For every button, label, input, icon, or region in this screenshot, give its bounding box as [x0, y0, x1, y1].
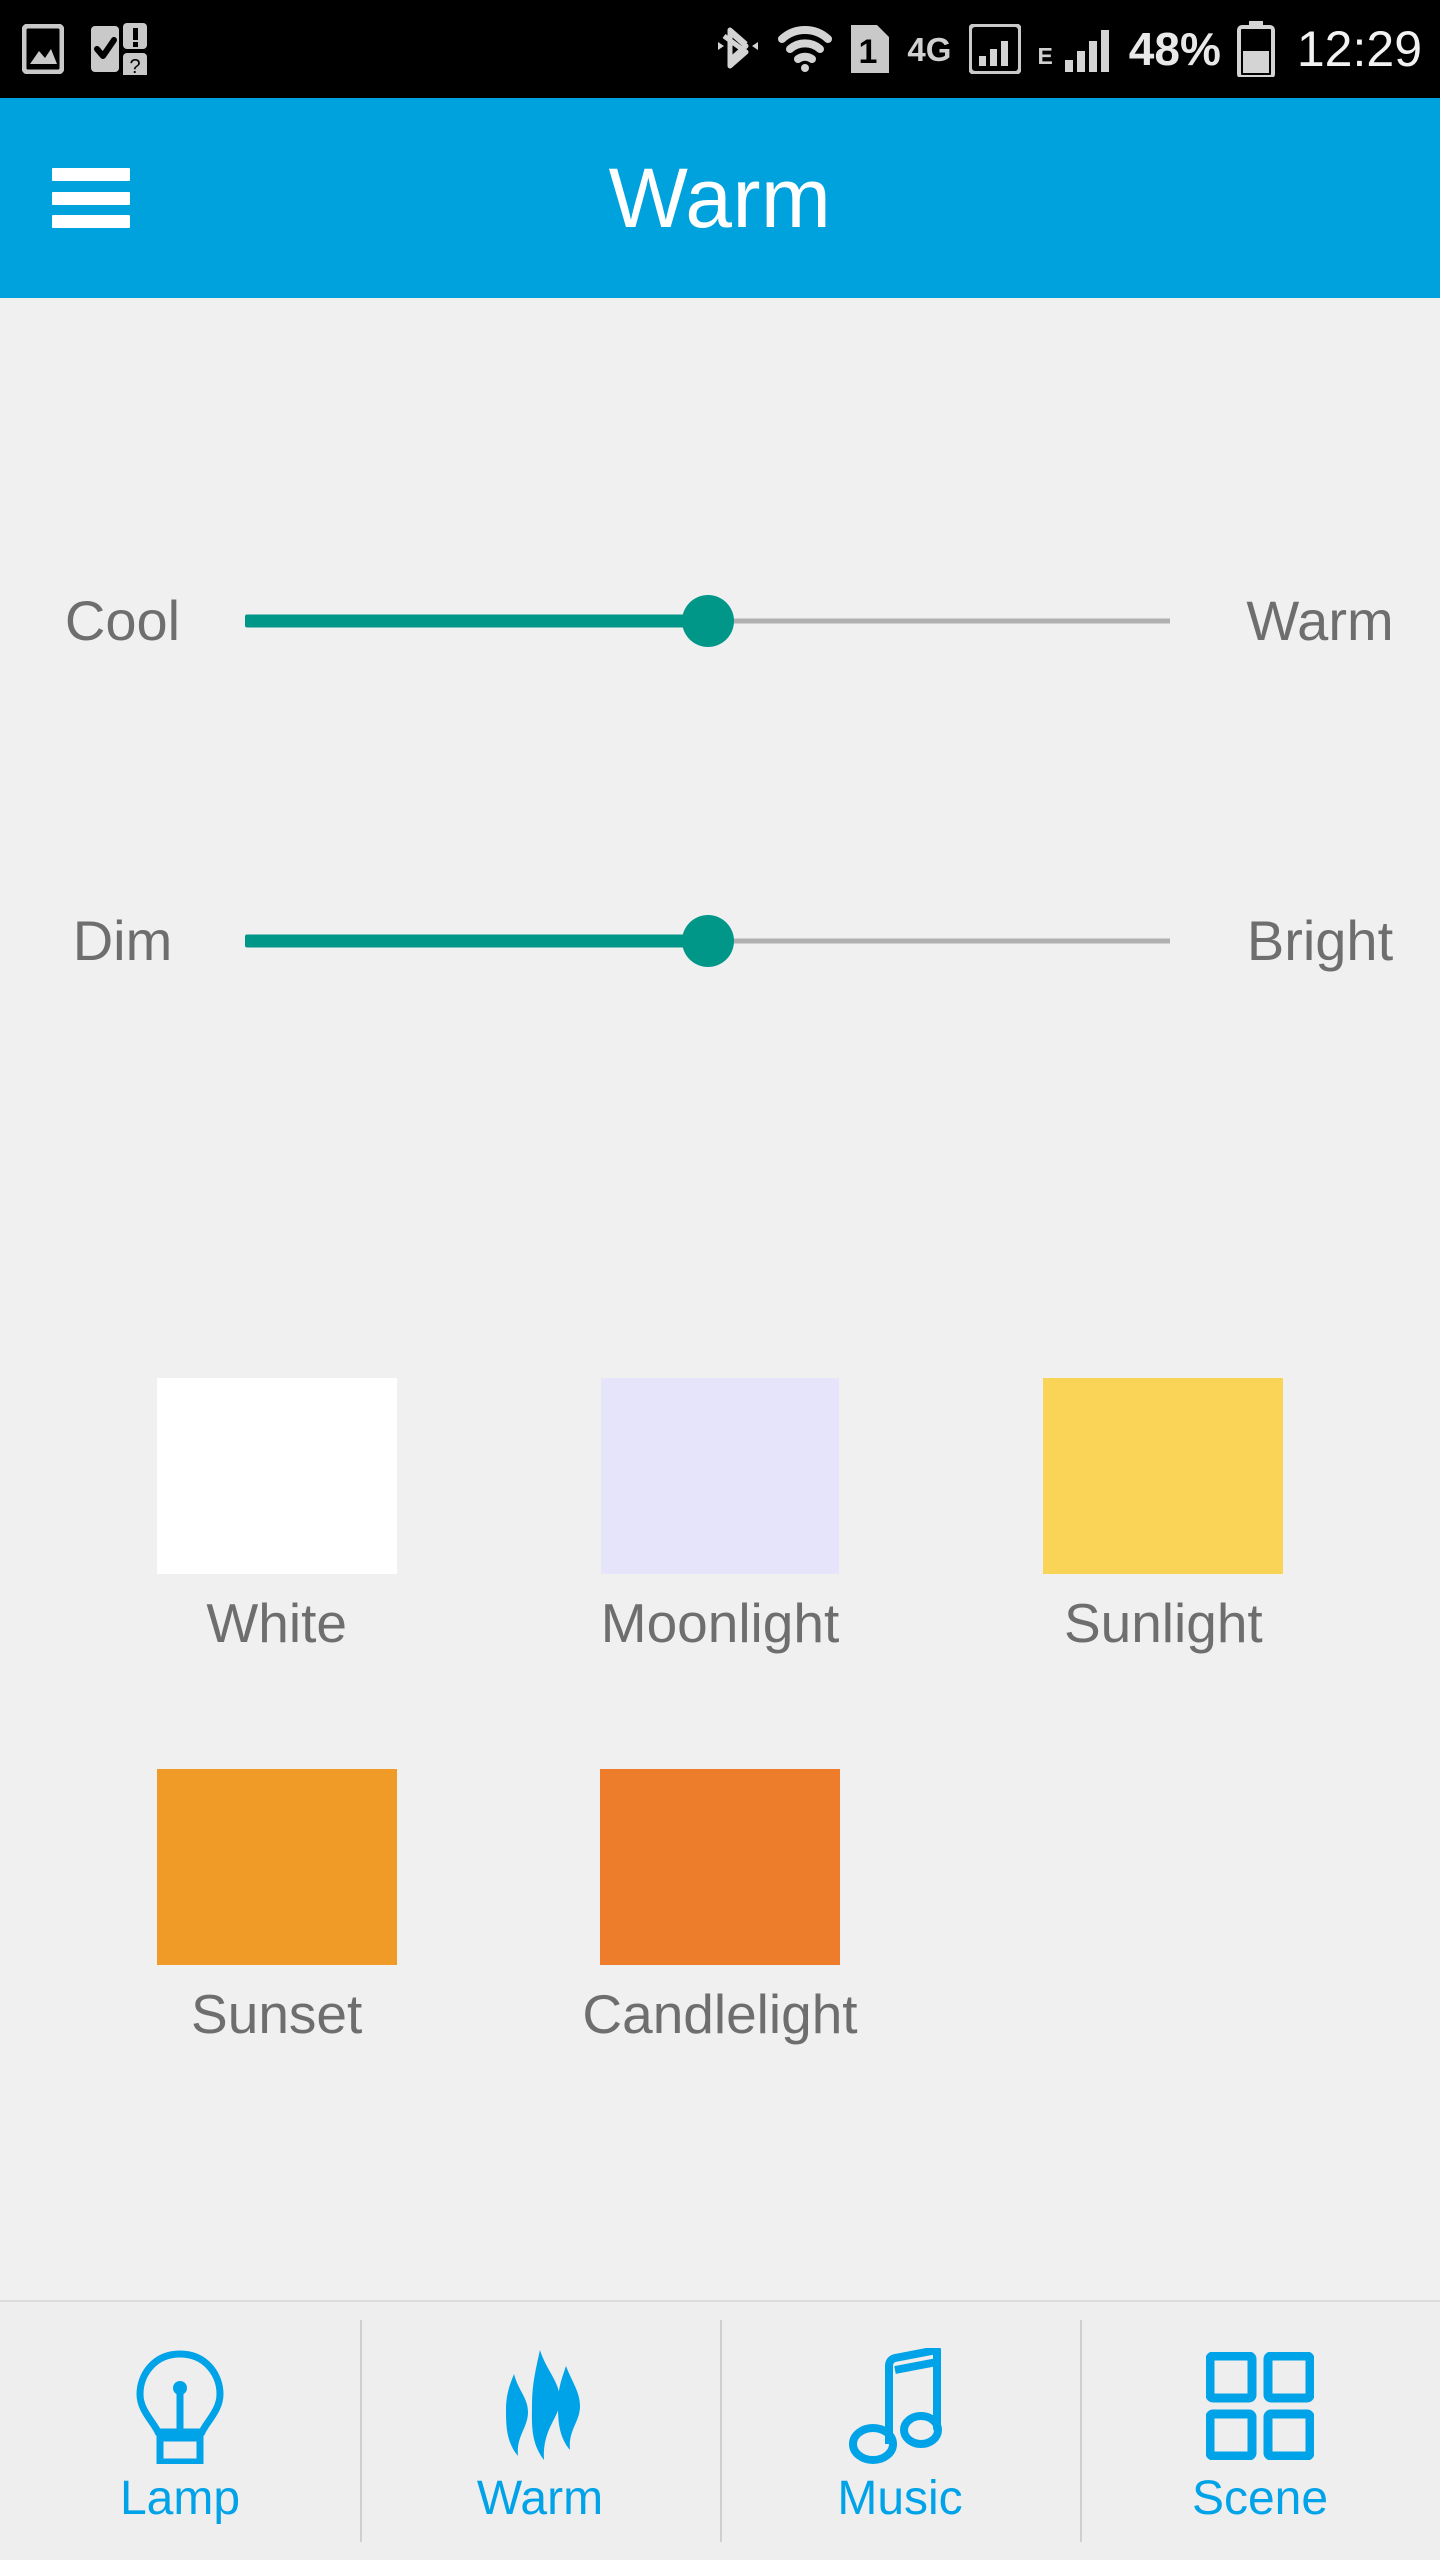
nav-item-scene-label: Scene — [1191, 2472, 1329, 2525]
gallery-image-icon — [22, 24, 64, 74]
sim-number: 1 — [859, 33, 878, 71]
edge-network-label: E — [1037, 43, 1053, 69]
flame-heat-icon — [488, 2347, 592, 2465]
preset-white-label: White — [206, 1592, 347, 1654]
light-bulb-icon — [124, 2347, 236, 2465]
brightness-thumb[interactable] — [681, 915, 734, 967]
bottom-navigation-bar: Lamp Warm Music Scene — [0, 2300, 1440, 2560]
preset-sunset[interactable]: Sunset — [55, 1769, 498, 2042]
color-temperature-slider[interactable] — [245, 576, 1170, 666]
hamburger-line-3 — [52, 215, 130, 228]
preset-sunlight-swatch[interactable] — [1043, 1378, 1284, 1574]
brightness-fill — [245, 934, 708, 948]
nav-item-music-label: Music — [837, 2472, 963, 2525]
preset-moonlight-label: Moonlight — [600, 1592, 840, 1654]
preset-empty-slot — [942, 1769, 1385, 2042]
color-temperature-thumb[interactable] — [681, 595, 734, 647]
hamburger-line-1 — [52, 168, 130, 181]
preset-sunlight[interactable]: Sunlight — [942, 1378, 1385, 1651]
preset-row-top: White Moonlight Sunlight — [0, 1378, 1440, 1651]
music-note-icon — [845, 2347, 955, 2465]
brightness-left-label: Dim — [72, 909, 173, 972]
brightness-slider[interactable] — [245, 896, 1170, 986]
app-screen: ? 1 4G E 48% 12:29 Warm Cool Warm Dim Br… — [0, 0, 1440, 2560]
nav-item-warm[interactable]: Warm — [360, 2302, 720, 2560]
preset-sunset-label: Sunset — [191, 1983, 363, 2045]
nav-item-scene[interactable]: Scene — [1080, 2302, 1440, 2560]
brightness-right-label: Bright — [1246, 909, 1394, 972]
nav-item-lamp[interactable]: Lamp — [0, 2302, 360, 2560]
page-title: Warm — [608, 151, 832, 245]
hamburger-line-2 — [52, 191, 130, 205]
app-bar: Warm — [0, 98, 1440, 298]
main-content: Cool Warm Dim Bright White Moonlight Sun… — [0, 298, 1440, 2300]
wifi-icon — [777, 25, 833, 73]
preset-moonlight-swatch[interactable] — [600, 1378, 839, 1574]
color-temperature-fill — [245, 614, 708, 628]
preset-candlelight-swatch[interactable] — [599, 1769, 840, 1965]
status-bar: ? 1 4G E 48% 12:29 — [0, 0, 1440, 98]
brightness-slider-row: Dim Bright — [0, 896, 1440, 986]
preset-candlelight-label: Candlelight — [582, 1983, 858, 2045]
clock-label: 12:29 — [1296, 21, 1422, 77]
nav-item-music[interactable]: Music — [720, 2302, 1080, 2560]
battery-percent-label: 48% — [1128, 23, 1221, 75]
preset-white[interactable]: White — [55, 1378, 498, 1651]
color-temperature-right-label: Warm — [1246, 589, 1394, 652]
network-type-label: 4G — [907, 30, 952, 68]
status-bar-left-icons: ? — [22, 23, 148, 75]
nav-item-lamp-label: Lamp — [119, 2472, 241, 2525]
preset-row-bottom: Sunset Candlelight — [0, 1769, 1440, 2042]
svg-text:?: ? — [129, 56, 140, 75]
preset-moonlight[interactable]: Moonlight — [498, 1378, 941, 1651]
preset-candlelight[interactable]: Candlelight — [498, 1769, 941, 2042]
color-temperature-slider-row: Cool Warm — [0, 576, 1440, 666]
task-checklist-icon: ? — [90, 23, 148, 75]
preset-sunlight-label: Sunlight — [1063, 1592, 1263, 1654]
status-bar-right-icons: 1 4G E 48% 12:29 — [715, 21, 1422, 77]
preset-sunset-swatch[interactable] — [156, 1769, 397, 1965]
preset-white-swatch[interactable] — [156, 1378, 397, 1574]
signal-bars-icon-2 — [1063, 24, 1113, 74]
grid-squares-icon — [1206, 2347, 1314, 2465]
signal-bars-icon-1 — [969, 24, 1022, 74]
nav-item-warm-label: Warm — [476, 2472, 604, 2525]
color-preset-grid: White Moonlight Sunlight Sunset Candleli… — [0, 1378, 1440, 2042]
sim-card-icon: 1 — [849, 23, 891, 75]
battery-icon — [1236, 21, 1275, 77]
color-temperature-left-label: Cool — [64, 589, 181, 652]
hamburger-menu-icon[interactable] — [52, 168, 130, 228]
bluetooth-icon — [715, 22, 761, 76]
